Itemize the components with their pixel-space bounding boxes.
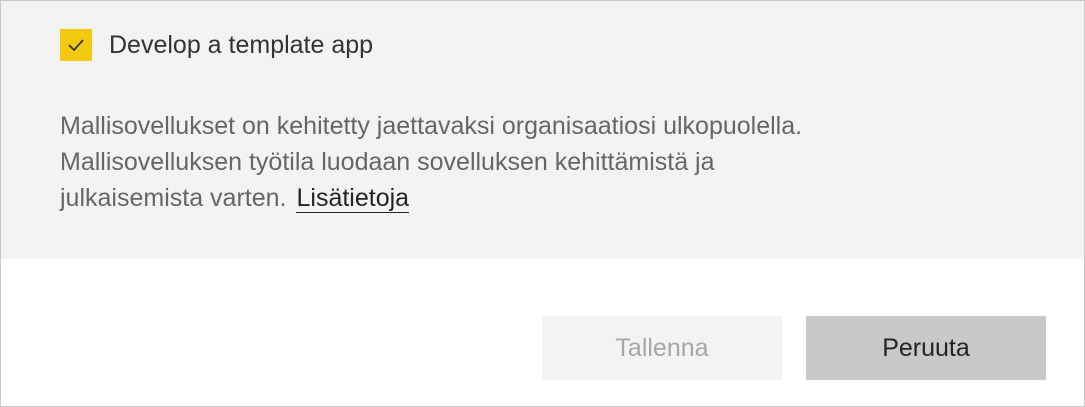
- description-line-1: Mallisovellukset on kehitetty jaettavaks…: [60, 112, 803, 140]
- description-line-2: Mallisovelluksen työtila luodaan sovellu…: [60, 148, 715, 176]
- description-line-3-text: julkaisemista varten.: [60, 184, 287, 212]
- save-button[interactable]: Tallenna: [542, 316, 782, 380]
- develop-template-app-option[interactable]: Develop a template app: [60, 29, 373, 61]
- develop-template-app-label[interactable]: Develop a template app: [109, 29, 373, 61]
- template-app-settings-dialog: Develop a template app Mallisovellukset …: [0, 0, 1085, 407]
- cancel-button[interactable]: Peruuta: [806, 316, 1046, 380]
- template-app-panel: Develop a template app Mallisovellukset …: [1, 1, 1084, 259]
- template-app-description: Mallisovellukset on kehitetty jaettavaks…: [60, 108, 960, 216]
- develop-template-app-checkbox[interactable]: [60, 29, 92, 61]
- learn-more-link[interactable]: Lisätietoja: [296, 184, 410, 213]
- checkmark-icon: [68, 39, 84, 52]
- description-line-3: julkaisemista varten. Lisätietoja: [60, 180, 960, 216]
